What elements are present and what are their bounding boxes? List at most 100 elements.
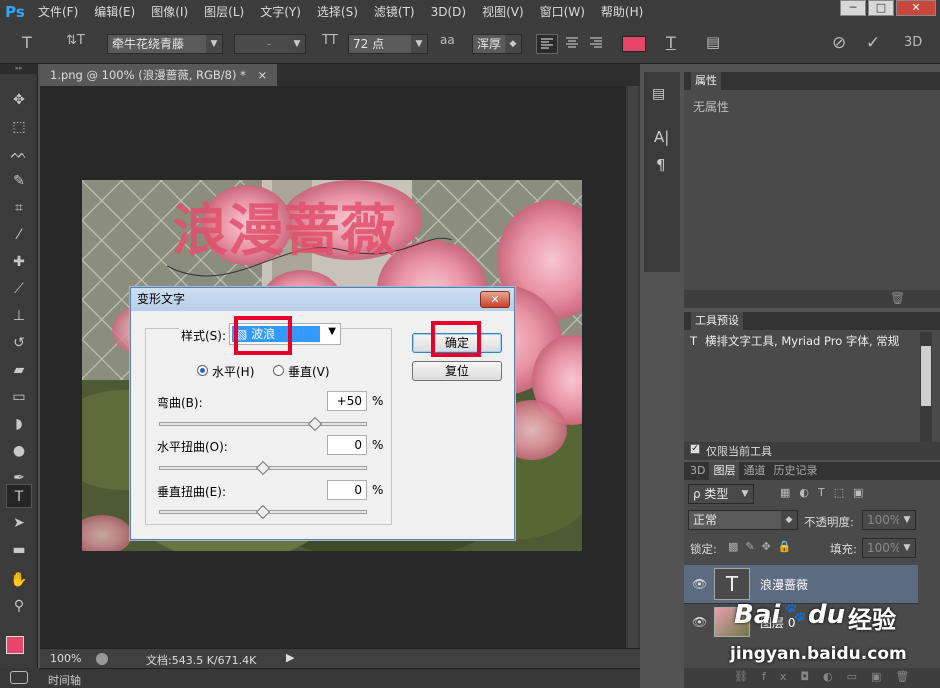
preset-item[interactable]: T 横排文字工具, Myriad Pro 字体, 常规 bbox=[684, 330, 918, 352]
eraser-tool-icon[interactable]: ▰ bbox=[6, 358, 32, 382]
menu-item[interactable]: 文件(F) bbox=[30, 0, 86, 24]
menu-item[interactable]: 3D(D) bbox=[423, 0, 474, 24]
text-tool-icon[interactable]: T bbox=[22, 33, 32, 52]
text-color-swatch[interactable] bbox=[622, 36, 646, 52]
cancel-icon[interactable]: ⊘ bbox=[832, 33, 846, 53]
font-family-select[interactable]: 牵牛花绕青藤 ▼ bbox=[107, 34, 223, 54]
quick-mask-area bbox=[0, 668, 40, 688]
gradient-tool-icon[interactable]: ▭ bbox=[6, 385, 32, 409]
menu-item[interactable]: 滤镜(T) bbox=[366, 0, 423, 24]
eyedropper-tool-icon[interactable]: ⁄ bbox=[6, 223, 32, 247]
preset-type-icon: T bbox=[690, 334, 698, 348]
blur-tool-icon[interactable]: ◗ bbox=[6, 412, 32, 436]
type-tool-icon[interactable]: T bbox=[6, 484, 32, 508]
menu-item[interactable]: 帮助(H) bbox=[593, 0, 651, 24]
tab-close-icon[interactable]: × bbox=[258, 68, 268, 82]
current-only-checkbox[interactable]: ✓ bbox=[690, 444, 700, 454]
lock-icons[interactable]: ▩✎✥🔒 bbox=[728, 540, 799, 553]
layers-tab[interactable]: 3D bbox=[686, 462, 709, 480]
menu-item[interactable]: 图像(I) bbox=[143, 0, 196, 24]
dodge-tool-icon[interactable]: ● bbox=[6, 439, 32, 463]
lasso-tool-icon[interactable]: ᨓ bbox=[6, 142, 32, 166]
zoom-level[interactable]: 100% bbox=[50, 652, 81, 665]
horizontal-radio[interactable] bbox=[197, 365, 208, 376]
horizontal-label[interactable]: 水平(H) bbox=[212, 363, 254, 380]
quick-mask-icon[interactable] bbox=[10, 671, 28, 684]
canvas-vertical-scrollbar[interactable] bbox=[626, 86, 640, 648]
align-center-icon bbox=[566, 37, 578, 48]
shape-tool-icon[interactable]: ▬ bbox=[6, 538, 32, 562]
horizontal-distortion-input[interactable]: 0 bbox=[327, 435, 367, 455]
foreground-color-swatch[interactable] bbox=[6, 636, 24, 654]
history-panel-icon[interactable]: ▤ bbox=[652, 86, 665, 102]
antialias-select[interactable]: 浑厚 ◆ bbox=[472, 34, 522, 54]
healing-brush-tool-icon[interactable]: ✚ bbox=[6, 250, 32, 274]
layers-tab[interactable]: 图层 bbox=[709, 462, 740, 480]
layers-tab[interactable]: 通道 bbox=[739, 462, 769, 480]
quick-select-tool-icon[interactable]: ✎ bbox=[6, 169, 32, 193]
warp-text-icon[interactable]: T bbox=[666, 33, 676, 52]
character-panel-icon[interactable]: ▤ bbox=[706, 33, 720, 51]
commit-icon[interactable]: ✓ bbox=[866, 33, 880, 53]
visibility-eye-icon[interactable]: 👁 bbox=[692, 577, 707, 591]
layer-filter-icons[interactable]: ▦◐T⬚▣ bbox=[780, 486, 873, 499]
dialog-titlebar[interactable]: 变形文字 ✕ bbox=[131, 288, 514, 311]
blend-mode-select[interactable]: 正常 ◆ bbox=[688, 510, 798, 530]
bend-slider[interactable] bbox=[159, 422, 367, 426]
menu-item[interactable]: 图层(L) bbox=[196, 0, 252, 24]
preset-scroll-thumb[interactable] bbox=[921, 346, 931, 406]
menu-item[interactable]: 选择(S) bbox=[309, 0, 366, 24]
delete-icon[interactable]: 🗑 bbox=[890, 291, 905, 305]
align-left-icon bbox=[541, 38, 553, 49]
menu-item[interactable]: 文字(Y) bbox=[252, 0, 309, 24]
vertical-label[interactable]: 垂直(V) bbox=[288, 363, 330, 380]
menu-item[interactable]: 窗口(W) bbox=[532, 0, 593, 24]
layer-filter-select[interactable]: ρ 类型 ▼ bbox=[688, 484, 754, 504]
warped-text-layer: 浪漫蔷薇 bbox=[172, 199, 396, 264]
align-center-button[interactable] bbox=[562, 34, 584, 54]
radio-dot bbox=[200, 368, 205, 373]
align-right-icon bbox=[590, 37, 602, 48]
align-right-button[interactable] bbox=[586, 34, 608, 54]
visibility-eye-icon[interactable]: 👁 bbox=[692, 615, 707, 629]
menu-item[interactable]: 编辑(E) bbox=[86, 0, 143, 24]
minimize-button[interactable]: ─ bbox=[840, 0, 866, 16]
text-orientation-icon[interactable]: ⇅T bbox=[66, 33, 85, 48]
photoshop-logo: Ps bbox=[5, 3, 25, 21]
layers-tab[interactable]: 历史记录 bbox=[769, 462, 821, 480]
stamp-tool-icon[interactable]: ⊥ bbox=[6, 304, 32, 328]
3d-button[interactable]: 3D bbox=[904, 35, 922, 50]
paragraph-panel-icon[interactable]: ¶ bbox=[656, 156, 666, 174]
timeline-label[interactable]: 时间轴 bbox=[48, 672, 81, 688]
align-left-button[interactable] bbox=[536, 34, 558, 54]
move-tool-icon[interactable]: ✥ bbox=[6, 88, 32, 112]
window-controls: ─ □ ✕ bbox=[840, 0, 936, 16]
bend-input[interactable]: +50 bbox=[327, 391, 367, 411]
font-size-select[interactable]: 72 点 ▼ bbox=[348, 34, 428, 54]
status-icon[interactable] bbox=[96, 653, 108, 665]
close-window-button[interactable]: ✕ bbox=[896, 0, 936, 16]
history-brush-tool-icon[interactable]: ↺ bbox=[6, 331, 32, 355]
crop-tool-icon[interactable]: ⌗ bbox=[6, 196, 32, 220]
maximize-button[interactable]: □ bbox=[868, 0, 894, 16]
marquee-tool-icon[interactable]: ⬚ bbox=[6, 115, 32, 139]
layer-footer-icons[interactable]: ⛓fx◘◐▭▣🗑 bbox=[734, 670, 923, 683]
font-style-select[interactable]: - ▼ bbox=[234, 34, 306, 54]
document-tab[interactable]: 1.png @ 100% (浪漫蔷薇, RGB/8) * × bbox=[40, 64, 278, 86]
reset-button[interactable]: 复位 bbox=[412, 361, 502, 381]
vertical-distortion-input[interactable]: 0 bbox=[327, 480, 367, 500]
status-arrow-icon[interactable]: ▶ bbox=[286, 651, 294, 664]
vertical-radio[interactable] bbox=[273, 365, 284, 376]
dialog-close-button[interactable]: ✕ bbox=[480, 291, 510, 308]
zoom-tool-icon[interactable]: ⚲ bbox=[6, 594, 32, 618]
menu-item[interactable]: 视图(V) bbox=[474, 0, 532, 24]
brush-tool-icon[interactable]: ⟋ bbox=[6, 277, 32, 301]
layer-name[interactable]: 浪漫蔷薇 bbox=[760, 576, 808, 593]
layers-tabs: 3D 图层 通道 历史记录 bbox=[684, 462, 940, 480]
fill-input[interactable]: 100% ▼ bbox=[862, 538, 916, 558]
opacity-input[interactable]: 100% ▼ bbox=[862, 510, 916, 530]
character-panel-icon[interactable]: A| bbox=[654, 128, 669, 146]
path-select-tool-icon[interactable]: ➤ bbox=[6, 511, 32, 535]
hand-tool-icon[interactable]: ✋ bbox=[6, 568, 32, 592]
preset-scrollbar[interactable] bbox=[920, 332, 932, 442]
